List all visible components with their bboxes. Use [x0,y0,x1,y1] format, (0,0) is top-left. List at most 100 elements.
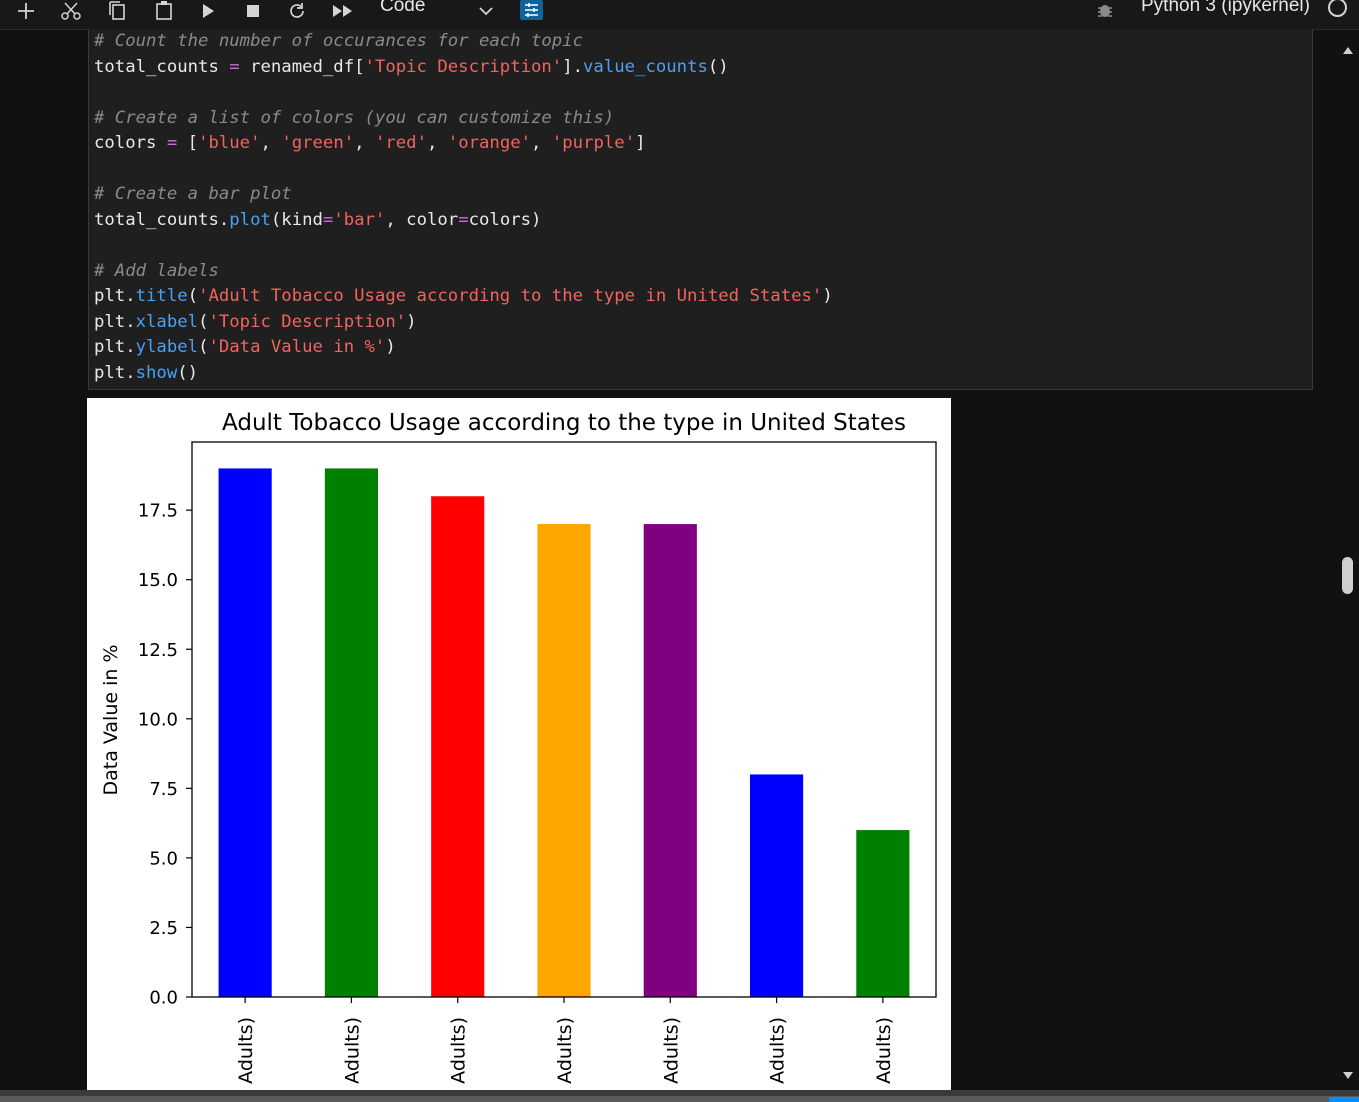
y-tick-label: 10.0 [138,709,178,730]
stop-kernel-icon[interactable] [243,0,263,22]
code-line[interactable]: colors = ['blue', 'green', 'red', 'orang… [94,131,833,157]
code-line[interactable] [94,80,833,106]
code-line[interactable]: plt.xlabel('Topic Description') [94,310,833,336]
y-axis: 0.0 2.5 5.0 7.5 10.0 12.5 15.0 17.5 [138,501,192,1009]
code-token: plt. [94,311,136,332]
y-tick-label: 2.5 [149,918,178,939]
code-token: plt. [94,286,136,306]
x-tick-label: Adults) [767,1017,789,1084]
code-token: show [135,362,178,383]
y-tick-label: 17.5 [138,501,178,522]
code-token: 'Adult Tobacco Usage according to the ty… [198,286,823,306]
debugger-bug-icon[interactable] [1096,1,1114,23]
code-token: renamed_df[ [239,56,365,77]
code-token: = [229,56,240,77]
run-cell-icon[interactable] [198,0,218,22]
code-token: colors) [468,209,542,230]
y-tick-label: 5.0 [149,848,178,869]
notebook-toolbar: Code Python 3 (ipykernel) [0,0,1359,30]
code-token: 'red' [374,133,427,153]
code-token: = [458,209,469,230]
code-line[interactable]: total_counts = renamed_df['Topic Descrip… [94,55,833,81]
code-token: , [354,133,375,153]
code-cell[interactable]: # Count the number of occurances for eac… [88,29,1313,390]
code-line[interactable]: # Add labels [94,259,833,285]
code-token: ) [406,311,417,332]
code-token: # Count the number of occurances for eac… [94,31,583,51]
code-token: plot [229,209,271,230]
x-tick-label: Adults) [554,1017,576,1084]
scroll-down-icon[interactable] [1342,1066,1354,1085]
x-axis: Adults) Adults) Adults) Adults) Adults) Adult… [235,997,895,1084]
chevron-down-icon[interactable] [478,2,494,21]
bar [324,468,378,997]
code-token: () [177,362,199,383]
code-token: 'bar' [333,209,386,230]
code-token: # Create a list of colors (you can custo… [94,107,615,128]
code-token: , color [385,209,459,230]
add-cell-icon[interactable] [14,0,38,22]
code-token: # Add labels [94,260,219,281]
cut-cell-icon[interactable] [58,0,84,22]
code-token: ] [635,133,646,153]
code-line[interactable] [94,233,833,259]
code-line[interactable]: # Create a bar plot [94,182,833,208]
code-line[interactable]: plt.show() [94,361,833,387]
code-line[interactable]: plt.ylabel('Data Value in %') [94,335,833,361]
code-token: = [322,209,334,230]
run-all-icon[interactable] [330,0,356,22]
code-token: 'Topic Description' [364,56,563,77]
code-token: () [707,56,729,77]
code-token: ]. [562,56,584,77]
chart-title: Adult Tobacco Usage according to the typ… [222,410,906,436]
x-tick-label: Adults) [873,1017,895,1084]
code-token: 'orange' [447,133,532,153]
code-editor[interactable]: # Count the number of occurances for eac… [94,29,833,386]
bar [218,468,272,997]
x-tick-label: Adults) [341,1017,363,1084]
code-token: 'green' [281,133,355,153]
y-tick-label: 12.5 [138,640,178,661]
status-indicator [1329,1097,1359,1102]
code-line[interactable]: # Create a list of colors (you can custo… [94,106,833,132]
bar-chart: Adult Tobacco Usage according to the typ… [100,410,937,1084]
code-token: total_counts [94,56,230,77]
code-line[interactable] [94,157,833,183]
scroll-up-icon[interactable] [1342,40,1354,59]
code-token: 'purple' [551,133,636,153]
code-token: # Create a bar plot [94,184,292,204]
bar [643,524,697,997]
code-token: = [166,133,178,153]
code-token: 'blue' [198,133,261,153]
paste-cell-icon[interactable] [152,0,176,22]
code-token: , [427,133,448,153]
code-token: xlabel [135,311,199,332]
code-token: , [531,133,552,153]
cell-output: Adult Tobacco Usage according to the typ… [87,398,951,1090]
code-line[interactable]: total_counts.plot(kind='bar', color=colo… [94,208,833,234]
y-tick-label: 15.0 [138,570,178,591]
code-token: plt. [94,362,136,383]
code-token: [ [177,133,199,153]
code-token: plt. [94,337,136,357]
code-line[interactable]: plt.title('Adult Tobacco Usage according… [94,284,833,310]
code-token: ) [385,337,396,357]
copy-cell-icon[interactable] [105,0,129,22]
restart-kernel-icon[interactable] [286,0,308,22]
y-tick-label: 0.0 [149,988,178,1009]
bar [856,830,910,997]
bars [218,468,910,997]
code-token: ylabel [135,337,199,357]
y-tick-label: 7.5 [149,779,178,800]
scrollbar-thumb[interactable] [1342,557,1353,594]
code-line[interactable]: # Count the number of occurances for eac… [94,29,833,55]
kernel-name[interactable]: Python 3 (ipykernel) [1141,0,1310,17]
code-token: ( [198,337,209,357]
bar [431,496,485,997]
variables-icon[interactable] [520,0,543,20]
bar [537,524,591,997]
code-token: ) [822,286,833,306]
code-token: (kind [270,209,323,230]
code-token: value_counts [583,56,708,77]
cell-type-dropdown[interactable]: Code [380,0,425,17]
